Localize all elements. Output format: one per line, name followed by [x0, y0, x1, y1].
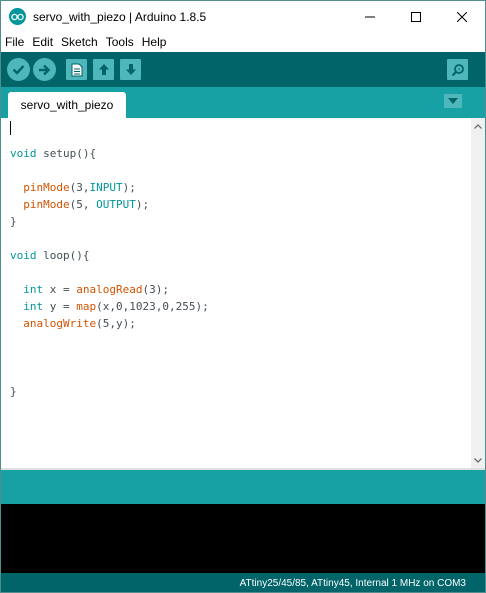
tab-label: servo_with_piezo — [20, 98, 114, 112]
scroll-down-icon[interactable] — [473, 455, 483, 465]
code-line: pinMode(5, OUTPUT); — [23, 198, 150, 211]
tab-bar: servo_with_piezo — [1, 87, 485, 118]
open-button[interactable] — [93, 59, 114, 80]
code-line: int x = analogRead(3); — [23, 283, 169, 296]
close-icon — [457, 11, 467, 22]
menu-tools[interactable]: Tools — [102, 35, 138, 49]
upload-button[interactable] — [33, 58, 56, 81]
code-editor[interactable]: void setup(){ pinMode(3,INPUT); pinMode(… — [1, 118, 471, 468]
close-button[interactable] — [439, 1, 485, 32]
save-button[interactable] — [120, 59, 141, 80]
verify-button[interactable] — [7, 58, 30, 81]
code-line: pinMode(3,INPUT); — [23, 181, 136, 194]
arrow-right-icon — [39, 64, 51, 75]
code-line: analogWrite(5,y); — [23, 317, 136, 330]
arrow-up-icon — [98, 64, 109, 75]
window-title: servo_with_piezo | Arduino 1.8.5 — [33, 9, 207, 24]
window-controls — [347, 1, 485, 32]
code-line: int y = map(x,0,1023,0,255); — [23, 300, 209, 313]
minimize-button[interactable] — [347, 1, 393, 32]
menu-edit[interactable]: Edit — [28, 35, 57, 49]
title-bar: servo_with_piezo | Arduino 1.8.5 — [1, 1, 485, 32]
check-icon — [12, 65, 25, 75]
arduino-logo-icon — [9, 8, 26, 25]
toolbar — [1, 52, 485, 87]
maximize-button[interactable] — [393, 1, 439, 32]
code-line: void loop(){ — [10, 249, 90, 262]
scroll-up-icon[interactable] — [473, 121, 483, 131]
output-console[interactable] — [1, 504, 485, 573]
tab-servo-with-piezo[interactable]: servo_with_piezo — [8, 92, 126, 118]
chevron-down-icon — [448, 98, 458, 104]
arduino-ide-window: servo_with_piezo | Arduino 1.8.5 File Ed… — [0, 0, 486, 593]
tab-menu-button[interactable] — [444, 94, 462, 108]
menu-bar: File Edit Sketch Tools Help — [1, 32, 485, 51]
arrow-down-icon — [125, 64, 136, 75]
menu-sketch[interactable]: Sketch — [57, 35, 102, 49]
new-sketch-button[interactable] — [66, 59, 87, 80]
code-line: } — [10, 215, 17, 228]
code-line: void setup(){ — [10, 147, 97, 160]
serial-monitor-button[interactable] — [447, 59, 468, 80]
minimize-icon — [365, 16, 375, 17]
code-line: } — [10, 385, 17, 398]
board-status: ATtiny25/45/85, ATtiny45, Internal 1 MHz… — [239, 577, 466, 589]
magnifier-icon — [451, 63, 464, 76]
menu-file[interactable]: File — [1, 35, 28, 49]
message-bar — [1, 470, 485, 504]
maximize-icon — [411, 11, 421, 22]
status-bar: ATtiny25/45/85, ATtiny45, Internal 1 MHz… — [1, 573, 485, 592]
vertical-scrollbar[interactable] — [471, 118, 485, 468]
file-icon — [71, 63, 82, 76]
menu-help[interactable]: Help — [138, 35, 171, 49]
code-area[interactable]: void setup(){ pinMode(3,INPUT); pinMode(… — [10, 128, 209, 400]
